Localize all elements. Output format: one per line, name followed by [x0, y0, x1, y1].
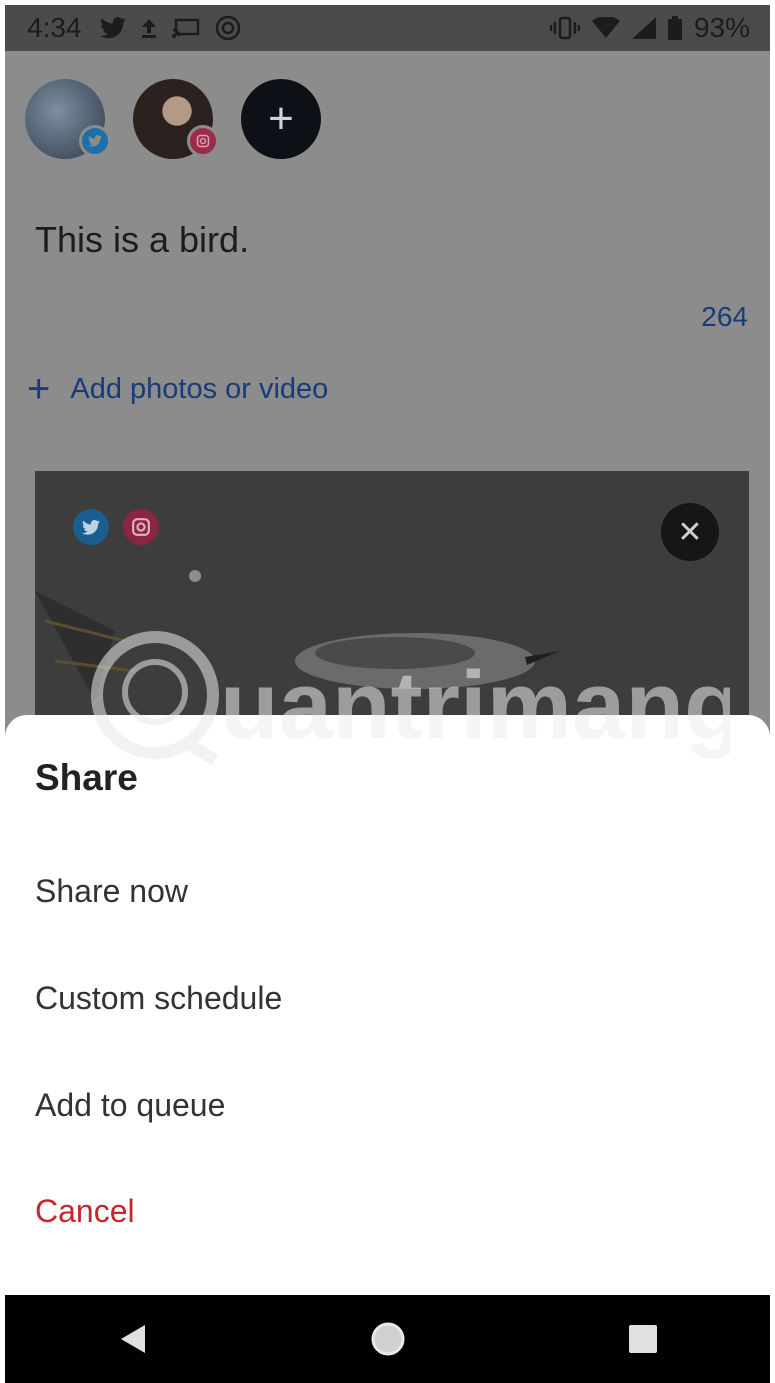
- plus-icon: +: [268, 94, 294, 143]
- recents-icon: [628, 1325, 657, 1353]
- add-media-button[interactable]: + Add photos or video: [27, 369, 328, 409]
- cancel-option[interactable]: Cancel: [35, 1193, 135, 1230]
- twitter-icon: [73, 509, 109, 545]
- add-to-queue-option[interactable]: Add to queue: [35, 1087, 225, 1124]
- twitter-icon: [99, 17, 126, 39]
- navigation-bar: [5, 1295, 770, 1383]
- status-time: 4:34: [27, 12, 82, 43]
- media-preview: ✕: [35, 471, 749, 731]
- share-sheet-title: Share: [35, 757, 138, 798]
- media-network-icons: [73, 509, 159, 545]
- share-sheet: Share Share now Custom schedule Add to q…: [5, 715, 770, 1295]
- home-icon: [371, 1322, 404, 1356]
- notification-icons: [99, 14, 242, 42]
- twitter-badge-icon: [79, 125, 111, 157]
- status-bar: 4:34 93%: [5, 5, 770, 51]
- post-text[interactable]: This is a bird.: [35, 219, 249, 261]
- back-button[interactable]: [103, 1309, 163, 1369]
- back-icon: [120, 1325, 145, 1353]
- vibrate-icon: [549, 16, 580, 40]
- add-account-button[interactable]: +: [241, 79, 321, 159]
- wifi-icon: [591, 17, 620, 38]
- share-now-option[interactable]: Share now: [35, 873, 188, 910]
- battery-percentage: 93%: [693, 12, 750, 43]
- upload-icon: [141, 19, 156, 38]
- screen: 4:34 93% + This is a bird. 264 + Add pho…: [0, 0, 775, 1383]
- instagram-account-avatar[interactable]: [133, 79, 219, 159]
- close-icon: ✕: [677, 515, 703, 549]
- battery-icon: [667, 16, 682, 40]
- add-media-label: Add photos or video: [70, 372, 329, 405]
- plus-icon: +: [27, 367, 51, 411]
- signal-icon: [631, 17, 656, 39]
- custom-schedule-option[interactable]: Custom schedule: [35, 980, 282, 1017]
- system-status: 93%: [549, 12, 750, 44]
- recents-button[interactable]: [613, 1309, 673, 1369]
- home-button[interactable]: [358, 1309, 418, 1369]
- instagram-icon: [123, 509, 159, 545]
- account-selector: +: [25, 79, 321, 159]
- twitter-account-avatar[interactable]: [25, 79, 111, 159]
- data-saver-icon: [215, 15, 240, 41]
- character-count: 264: [701, 301, 748, 332]
- remove-media-button[interactable]: ✕: [661, 503, 719, 561]
- instagram-badge-icon: [187, 125, 219, 157]
- cast-icon: [171, 18, 199, 38]
